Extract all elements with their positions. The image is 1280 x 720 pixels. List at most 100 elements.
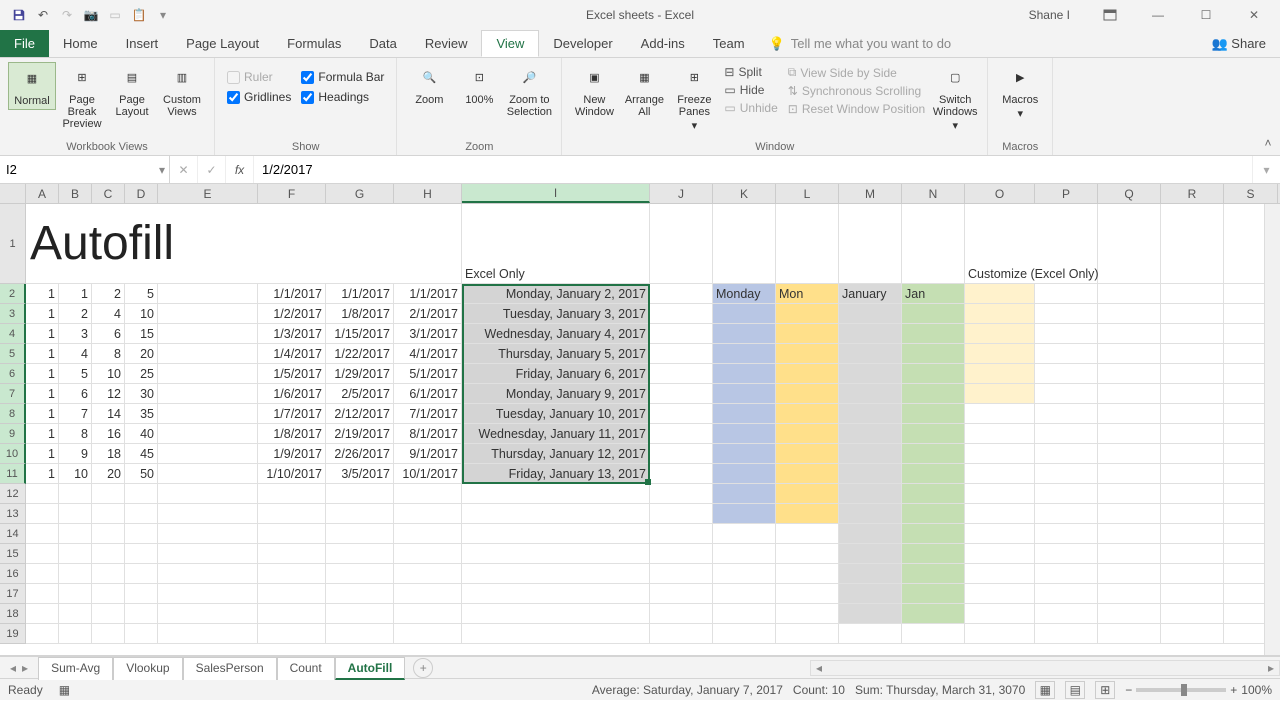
- cell[interactable]: [394, 624, 462, 644]
- cell[interactable]: [965, 324, 1035, 344]
- cell[interactable]: [776, 464, 839, 484]
- cell[interactable]: [326, 524, 394, 544]
- cell[interactable]: [902, 584, 965, 604]
- cell[interactable]: [1035, 524, 1098, 544]
- cell[interactable]: 1/4/2017: [258, 344, 326, 364]
- cell[interactable]: [1098, 584, 1161, 604]
- cell[interactable]: [650, 524, 713, 544]
- cell[interactable]: [1161, 424, 1224, 444]
- cell[interactable]: [776, 604, 839, 624]
- cell[interactable]: 3/1/2017: [394, 324, 462, 344]
- row-header[interactable]: 8: [0, 404, 26, 424]
- cell[interactable]: [26, 624, 59, 644]
- cell[interactable]: [1161, 364, 1224, 384]
- cell[interactable]: [965, 604, 1035, 624]
- cell[interactable]: [1098, 484, 1161, 504]
- cell[interactable]: [839, 384, 902, 404]
- cell[interactable]: [650, 464, 713, 484]
- pagelayout-view-icon[interactable]: ▤: [1065, 681, 1085, 699]
- column-header-F[interactable]: F: [258, 184, 326, 203]
- cell[interactable]: 5: [59, 364, 92, 384]
- cell[interactable]: [839, 624, 902, 644]
- cell[interactable]: 1/29/2017: [326, 364, 394, 384]
- cell[interactable]: 1/6/2017: [258, 384, 326, 404]
- row-header[interactable]: 6: [0, 364, 26, 384]
- cell[interactable]: [713, 584, 776, 604]
- cell[interactable]: [1098, 344, 1161, 364]
- cell[interactable]: 5: [125, 284, 158, 304]
- cell[interactable]: [713, 604, 776, 624]
- cell[interactable]: 1: [59, 284, 92, 304]
- cell[interactable]: 2/12/2017: [326, 404, 394, 424]
- cell[interactable]: [1098, 604, 1161, 624]
- cell[interactable]: [650, 584, 713, 604]
- column-header-J[interactable]: J: [650, 184, 713, 203]
- spreadsheet-grid[interactable]: ABCDEFGHIJKLMNOPQRS 1AutofillExcel OnlyC…: [0, 184, 1280, 656]
- cell[interactable]: 1/5/2017: [258, 364, 326, 384]
- row-header[interactable]: 4: [0, 324, 26, 344]
- row-header[interactable]: 9: [0, 424, 26, 444]
- cell[interactable]: [965, 504, 1035, 524]
- column-header-D[interactable]: D: [125, 184, 158, 203]
- cell[interactable]: [125, 584, 158, 604]
- cell[interactable]: [902, 464, 965, 484]
- redo-icon[interactable]: ↷: [56, 4, 78, 26]
- name-box[interactable]: ▾: [0, 156, 170, 183]
- cell[interactable]: [462, 524, 650, 544]
- cell[interactable]: [1098, 564, 1161, 584]
- cell[interactable]: [650, 544, 713, 564]
- name-box-input[interactable]: [6, 162, 163, 177]
- cell[interactable]: [394, 604, 462, 624]
- cell[interactable]: [59, 584, 92, 604]
- cell[interactable]: [902, 384, 965, 404]
- column-header-N[interactable]: N: [902, 184, 965, 203]
- macro-record-icon[interactable]: ▦: [59, 683, 70, 697]
- cell[interactable]: [650, 424, 713, 444]
- cell[interactable]: [776, 564, 839, 584]
- cell[interactable]: 2/26/2017: [326, 444, 394, 464]
- cell[interactable]: [776, 384, 839, 404]
- title-cell[interactable]: Autofill: [26, 204, 462, 284]
- save-icon[interactable]: [8, 4, 30, 26]
- row-header[interactable]: 17: [0, 584, 26, 604]
- cell[interactable]: 14: [92, 404, 125, 424]
- row-header[interactable]: 16: [0, 564, 26, 584]
- cell[interactable]: [965, 564, 1035, 584]
- cell[interactable]: [394, 504, 462, 524]
- tab-page-layout[interactable]: Page Layout: [172, 30, 273, 57]
- tab-formulas[interactable]: Formulas: [273, 30, 355, 57]
- sheet-tab-salesperson[interactable]: SalesPerson: [183, 657, 277, 680]
- cell[interactable]: [1035, 504, 1098, 524]
- cell[interactable]: [713, 624, 776, 644]
- cell[interactable]: [59, 564, 92, 584]
- cell[interactable]: [258, 544, 326, 564]
- cell[interactable]: [326, 544, 394, 564]
- cell[interactable]: [1098, 324, 1161, 344]
- cell[interactable]: [713, 444, 776, 464]
- cell[interactable]: [158, 484, 258, 504]
- cell[interactable]: [158, 424, 258, 444]
- cell[interactable]: [1035, 284, 1098, 304]
- cell[interactable]: Thursday, January 5, 2017: [462, 344, 650, 364]
- cell[interactable]: [394, 564, 462, 584]
- cell[interactable]: 5/1/2017: [394, 364, 462, 384]
- row-header[interactable]: 14: [0, 524, 26, 544]
- zoom-out-icon[interactable]: −: [1125, 683, 1132, 697]
- cell[interactable]: [326, 604, 394, 624]
- cell[interactable]: [1161, 204, 1224, 284]
- column-header-M[interactable]: M: [839, 184, 902, 203]
- cell[interactable]: Jan: [902, 284, 965, 304]
- cell[interactable]: [776, 324, 839, 344]
- cell[interactable]: [92, 484, 125, 504]
- cell[interactable]: [1098, 444, 1161, 464]
- cell[interactable]: [1161, 384, 1224, 404]
- cell[interactable]: [26, 524, 59, 544]
- cell[interactable]: [1035, 604, 1098, 624]
- cell[interactable]: [1098, 544, 1161, 564]
- cell[interactable]: 1/1/2017: [326, 284, 394, 304]
- cell[interactable]: 30: [125, 384, 158, 404]
- cell[interactable]: [713, 304, 776, 324]
- cell[interactable]: [776, 584, 839, 604]
- cell[interactable]: 1/15/2017: [326, 324, 394, 344]
- cell[interactable]: [839, 564, 902, 584]
